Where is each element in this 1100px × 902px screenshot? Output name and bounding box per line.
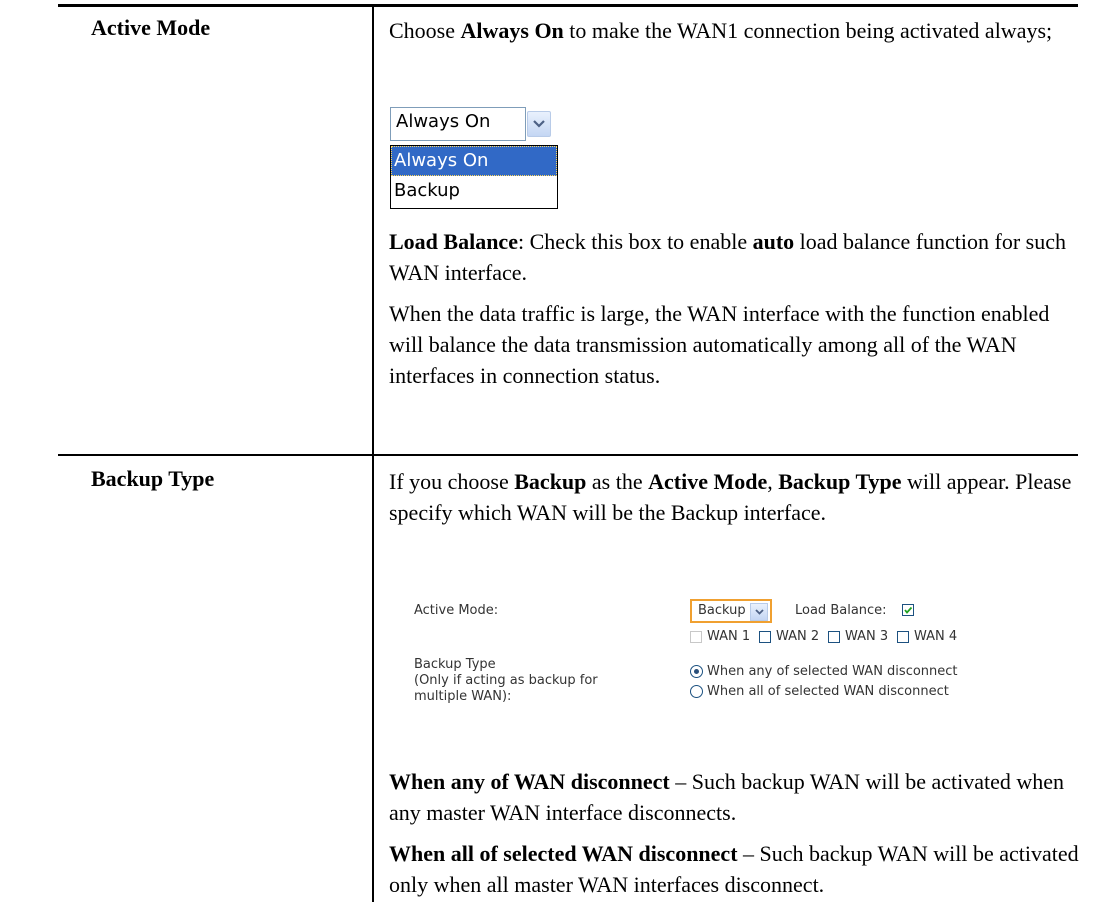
backup-type-note-2: multiple WAN): <box>414 689 512 704</box>
backup-type-note-1: (Only if acting as backup for <box>414 673 598 688</box>
backup-type-label: Backup Type <box>414 657 496 672</box>
radio-any-wan-disconnect[interactable] <box>690 665 703 678</box>
load-balance-checkbox[interactable] <box>902 604 914 616</box>
any-wan-description: When any of WAN disconnect – Such backup… <box>389 769 1065 825</box>
dropdown-option-backup[interactable]: Backup <box>391 176 557 206</box>
row-label-backup-type: Backup Type <box>91 466 215 491</box>
active-mode-select-value: Backup <box>698 603 746 618</box>
radio-all-label: When all of selected WAN disconnect <box>707 684 949 699</box>
all-wan-description: When all of selected WAN disconnect – Su… <box>389 841 1079 897</box>
load-balance-label: Load Balance: <box>795 603 887 618</box>
table-row-divider <box>58 454 1078 456</box>
chevron-down-icon[interactable] <box>750 603 768 621</box>
wan4-label: WAN 4 <box>914 629 958 644</box>
table-top-rule <box>58 4 1078 7</box>
dropdown-option-always-on[interactable]: Always On <box>391 146 557 176</box>
active-mode-label: Active Mode: <box>414 603 499 618</box>
row-label-active-mode: Active Mode <box>91 15 211 40</box>
dropdown-options-list: Always On Backup <box>390 145 558 209</box>
radio-any-label: When any of selected WAN disconnect <box>707 664 958 679</box>
backup-settings-screenshot: Active Mode: Backup Load Balance: WAN 1 … <box>392 591 1042 741</box>
data-traffic-description: When the data traffic is large, the WAN … <box>389 301 1050 388</box>
wan4-checkbox[interactable] <box>897 631 909 643</box>
chevron-down-icon[interactable] <box>527 111 551 137</box>
dropdown-selected-value[interactable]: Always On <box>390 107 526 141</box>
wan2-checkbox[interactable] <box>759 631 771 643</box>
wan3-label: WAN 3 <box>845 629 889 644</box>
wan2-label: WAN 2 <box>776 629 820 644</box>
load-balance-description: Load Balance: Check this box to enable a… <box>389 229 1066 285</box>
wan1-label: WAN 1 <box>707 629 751 644</box>
radio-all-wan-disconnect[interactable] <box>690 685 703 698</box>
active-mode-intro: Choose Always On to make the WAN1 connec… <box>389 18 1053 43</box>
wan3-checkbox[interactable] <box>828 631 840 643</box>
backup-type-intro: If you choose Backup as the Active Mode,… <box>389 469 1072 525</box>
active-mode-select[interactable]: Backup <box>690 599 772 623</box>
wan1-checkbox <box>690 631 702 643</box>
